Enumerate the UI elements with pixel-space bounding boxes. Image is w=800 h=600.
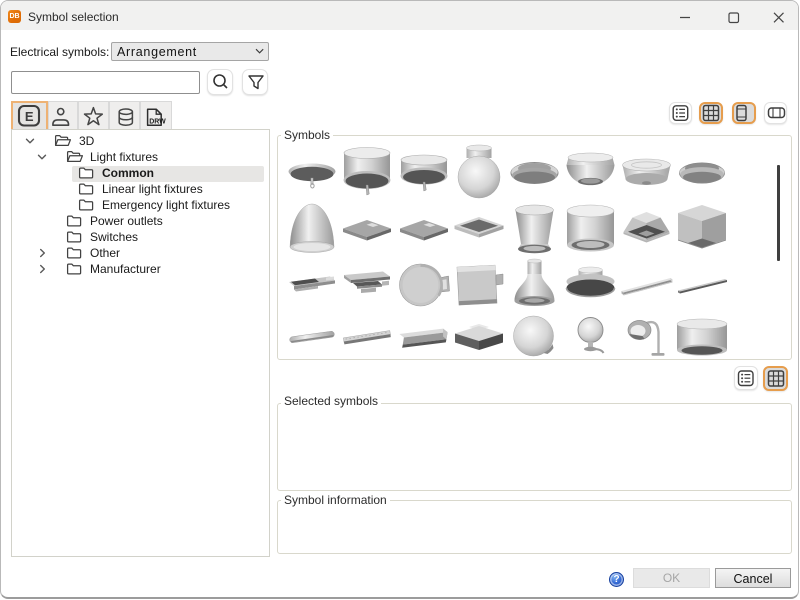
svg-text:DRW: DRW	[149, 119, 166, 126]
svg-text:E: E	[25, 109, 34, 124]
